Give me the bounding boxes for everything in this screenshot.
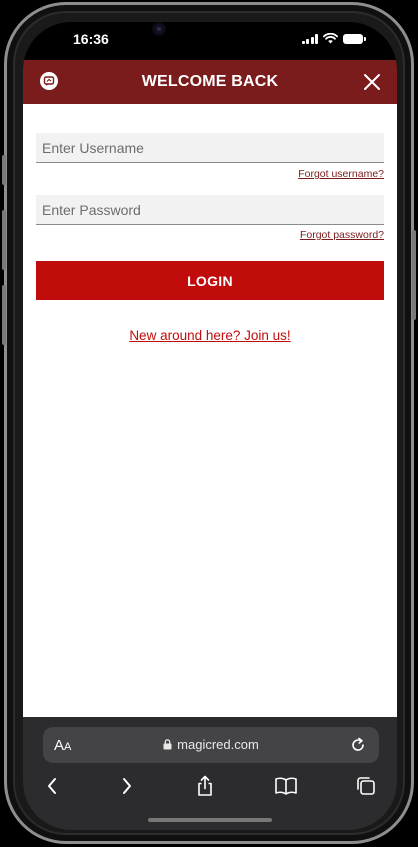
username-input[interactable] — [36, 133, 384, 163]
front-camera — [154, 24, 164, 34]
login-content: Forgot username? Forgot password? LOGIN … — [23, 104, 397, 717]
bookmarks-button[interactable] — [273, 773, 299, 799]
modal-header: WELCOME BACK — [23, 60, 397, 104]
page-title: WELCOME BACK — [141, 73, 279, 90]
share-button[interactable] — [192, 773, 218, 799]
forgot-username-link[interactable]: Forgot username? — [298, 168, 384, 180]
volume-down-button — [2, 285, 6, 345]
forward-button[interactable] — [114, 773, 140, 799]
power-button — [412, 230, 416, 320]
login-button[interactable]: LOGIN — [36, 261, 384, 300]
chevron-left-icon — [48, 778, 56, 794]
tabs-button[interactable] — [353, 773, 379, 799]
url-text: magicred.com — [177, 737, 259, 752]
signal-icon — [301, 33, 318, 44]
password-input[interactable] — [36, 195, 384, 225]
book-icon — [275, 777, 297, 795]
back-button[interactable] — [39, 773, 65, 799]
brand-logo-icon — [40, 72, 58, 90]
mute-switch — [2, 155, 6, 185]
status-bar: 16:36 — [23, 22, 397, 60]
reload-icon[interactable] — [349, 736, 367, 754]
chevron-right-icon — [123, 778, 131, 794]
tabs-icon — [357, 777, 375, 795]
browser-nav-row — [23, 773, 397, 803]
volume-up-button — [2, 210, 6, 270]
wifi-icon — [323, 33, 338, 44]
status-icons — [301, 33, 366, 44]
battery-icon — [343, 33, 366, 44]
url-display[interactable]: magicred.com — [43, 737, 379, 752]
join-link[interactable]: New around here? Join us! — [23, 328, 397, 343]
join-link-text[interactable]: New around here? Join us! — [129, 328, 290, 343]
share-icon — [198, 775, 212, 796]
lock-icon — [163, 739, 172, 750]
home-indicator — [148, 818, 272, 822]
forgot-password-link[interactable]: Forgot password? — [300, 229, 384, 241]
address-bar[interactable]: AA magicred.com — [43, 727, 379, 763]
status-time: 16:36 — [73, 31, 109, 47]
screen: 16:36 WELCOME BACK Enter Username Forgot… — [23, 22, 397, 830]
close-icon[interactable] — [363, 73, 381, 91]
browser-toolbar: AA magicred.com — [23, 717, 397, 830]
